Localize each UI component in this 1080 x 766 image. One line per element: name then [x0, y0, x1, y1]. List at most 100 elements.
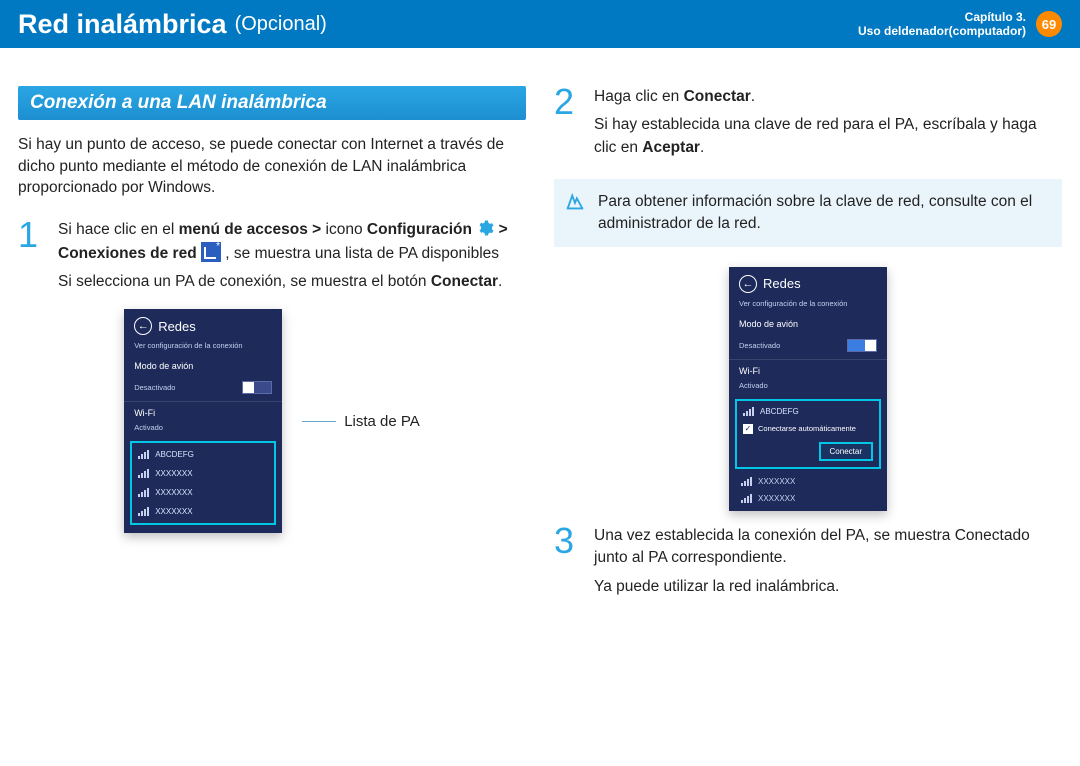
signal-icon	[743, 407, 754, 416]
ap-item-extra-1[interactable]: XXXXXXX	[729, 473, 887, 490]
panel-subtitle[interactable]: Ver configuración de la conexión	[124, 339, 282, 356]
note-box: Para obtener información sobre la clave …	[554, 179, 1062, 246]
right-column: 2 Haga clic en Conectar. Si hay establec…	[554, 86, 1062, 614]
wifi-on-label: Activado	[134, 423, 163, 432]
signal-icon	[138, 507, 149, 516]
page-subtitle: (Opcional)	[235, 13, 327, 36]
step-number-1: 1	[18, 219, 48, 299]
ap-name-3: XXXXXXX	[155, 488, 192, 497]
ap-name-4: XXXXXXX	[155, 507, 192, 516]
ap-list-highlight: ABCDEFG XXXXXXX XXXXXXX XXXXXXX	[130, 441, 276, 525]
airplane-mode-row-2: Modo de avión	[729, 314, 887, 334]
panel-subtitle-2[interactable]: Ver configuración de la conexión	[729, 297, 887, 314]
ap-name-extra-1: XXXXXXX	[758, 477, 795, 486]
checkbox-icon[interactable]: ✓	[743, 424, 753, 434]
signal-icon	[138, 450, 149, 459]
wifi-label: Wi-Fi	[134, 408, 155, 418]
selected-ap-item[interactable]: ABCDEFG	[743, 405, 873, 418]
selected-ap-block: ABCDEFG ✓ Conectarse automáticamente Con…	[735, 399, 881, 469]
wifi-toggle-row: Activado	[124, 423, 282, 437]
step3-line2: Ya puede utilizar la red inalámbrica.	[594, 576, 1062, 598]
connect-button[interactable]: Conectar	[819, 442, 873, 461]
step-3-body: Una vez establecida la conexión del PA, …	[594, 525, 1062, 604]
step1-connect-word: Conectar	[431, 273, 498, 290]
step-number-3: 3	[554, 525, 584, 604]
airplane-toggle[interactable]	[242, 381, 272, 394]
signal-icon	[741, 477, 752, 486]
airplane-toggle-2[interactable]	[847, 339, 877, 352]
step-3: 3 Una vez establecida la conexión del PA…	[554, 525, 1062, 604]
step1-dot: .	[498, 273, 502, 290]
signal-icon	[138, 469, 149, 478]
step1-settings-label: Configuración	[367, 221, 472, 238]
panel-title-2: Redes	[763, 276, 801, 291]
auto-connect-row[interactable]: ✓ Conectarse automáticamente	[743, 424, 873, 434]
section-heading: Conexión a una LAN inalámbrica	[18, 86, 526, 120]
panel-header-2: ← Redes	[729, 267, 887, 297]
header-right: Capítulo 3. Uso deldenador(computador) 6…	[858, 10, 1062, 39]
intro-paragraph: Si hay un punto de acceso, se puede cone…	[18, 134, 526, 199]
screenshot-1-wrap: ← Redes Ver configuración de la conexión…	[18, 309, 526, 533]
wifi-label-2: Wi-Fi	[739, 366, 760, 376]
ap-name-1: ABCDEFG	[155, 450, 194, 459]
note-text: Para obtener información sobre la clave …	[598, 193, 1032, 232]
chapter-label: Capítulo 3. Uso deldenador(computador)	[858, 10, 1026, 39]
airplane-toggle-row-2: Desactivado	[729, 334, 887, 357]
back-icon[interactable]: ←	[134, 317, 152, 335]
step-number-2: 2	[554, 86, 584, 165]
left-column: Conexión a una LAN inalámbrica Si hay un…	[18, 86, 526, 614]
chapter-line-1: Capítulo 3.	[858, 10, 1026, 24]
wifi-section-row: Wi-Fi	[124, 401, 282, 423]
step1-line2: Si selecciona un PA de conexión, se mues…	[58, 273, 431, 290]
step1-charms-menu: menú de accesos >	[179, 221, 326, 238]
ap-item-extra-2[interactable]: XXXXXXX	[729, 490, 887, 507]
ap-name-2: XXXXXXX	[155, 469, 192, 478]
airplane-off-label-2: Desactivado	[739, 341, 780, 350]
step2-connect-word: Conectar	[684, 88, 751, 105]
gear-icon	[476, 219, 494, 237]
step2-line2-dot: .	[700, 139, 704, 156]
back-icon[interactable]: ←	[739, 275, 757, 293]
step-2: 2 Haga clic en Conectar. Si hay establec…	[554, 86, 1062, 165]
callout-leader-line	[302, 421, 336, 422]
networks-panel-screenshot-1: ← Redes Ver configuración de la conexión…	[124, 309, 282, 533]
panel-header: ← Redes	[124, 309, 282, 339]
auto-connect-label: Conectarse automáticamente	[758, 424, 856, 433]
ap-name-extra-2: XXXXXXX	[758, 494, 795, 503]
ap-item-2[interactable]: XXXXXXX	[132, 464, 274, 483]
wifi-on-label-2: Activado	[739, 381, 768, 390]
step1-text-c: icono	[326, 221, 367, 238]
airplane-mode-label: Modo de avión	[134, 361, 193, 371]
step2-text-a: Haga clic en	[594, 88, 684, 105]
wifi-toggle-row-2: Activado	[729, 381, 887, 395]
panel-title: Redes	[158, 319, 196, 334]
airplane-off-label: Desactivado	[134, 383, 175, 392]
step1-text-a: Si hace clic en el	[58, 221, 179, 238]
airplane-toggle-row: Desactivado	[124, 376, 282, 399]
wifi-section-row-2: Wi-Fi	[729, 359, 887, 381]
step3-line1: Una vez establecida la conexión del PA, …	[594, 525, 1062, 570]
step2-dot: .	[751, 88, 755, 105]
page-title: Red inalámbrica	[18, 9, 227, 40]
page-number-badge: 69	[1036, 11, 1062, 37]
ap-list-callout: Lista de PA	[344, 413, 420, 430]
step2-accept-word: Aceptar	[642, 139, 700, 156]
content-area: Conexión a una LAN inalámbrica Si hay un…	[0, 48, 1080, 632]
ap-item-4[interactable]: XXXXXXX	[132, 502, 274, 521]
note-icon	[564, 191, 586, 213]
step-2-body: Haga clic en Conectar. Si hay establecid…	[594, 86, 1062, 165]
signal-icon	[138, 488, 149, 497]
step-1-body: Si hace clic en el menú de accesos > ico…	[58, 219, 526, 299]
ap-item-1[interactable]: ABCDEFG	[132, 445, 274, 464]
screenshot-2-wrap: ← Redes Ver configuración de la conexión…	[554, 267, 1062, 511]
selected-ap-name: ABCDEFG	[760, 407, 799, 416]
airplane-mode-row: Modo de avión	[124, 356, 282, 376]
step1-network-connections: Conexiones de red	[58, 245, 197, 262]
step1-text-g: , se muestra una lista de PA disponibles	[221, 245, 499, 262]
signal-icon	[741, 494, 752, 503]
step-1: 1 Si hace clic en el menú de accesos > i…	[18, 219, 526, 299]
chapter-line-2: Uso deldenador(computador)	[858, 24, 1026, 38]
networks-panel-screenshot-2: ← Redes Ver configuración de la conexión…	[729, 267, 887, 511]
ap-item-3[interactable]: XXXXXXX	[132, 483, 274, 502]
wifi-tile-icon	[201, 242, 221, 262]
